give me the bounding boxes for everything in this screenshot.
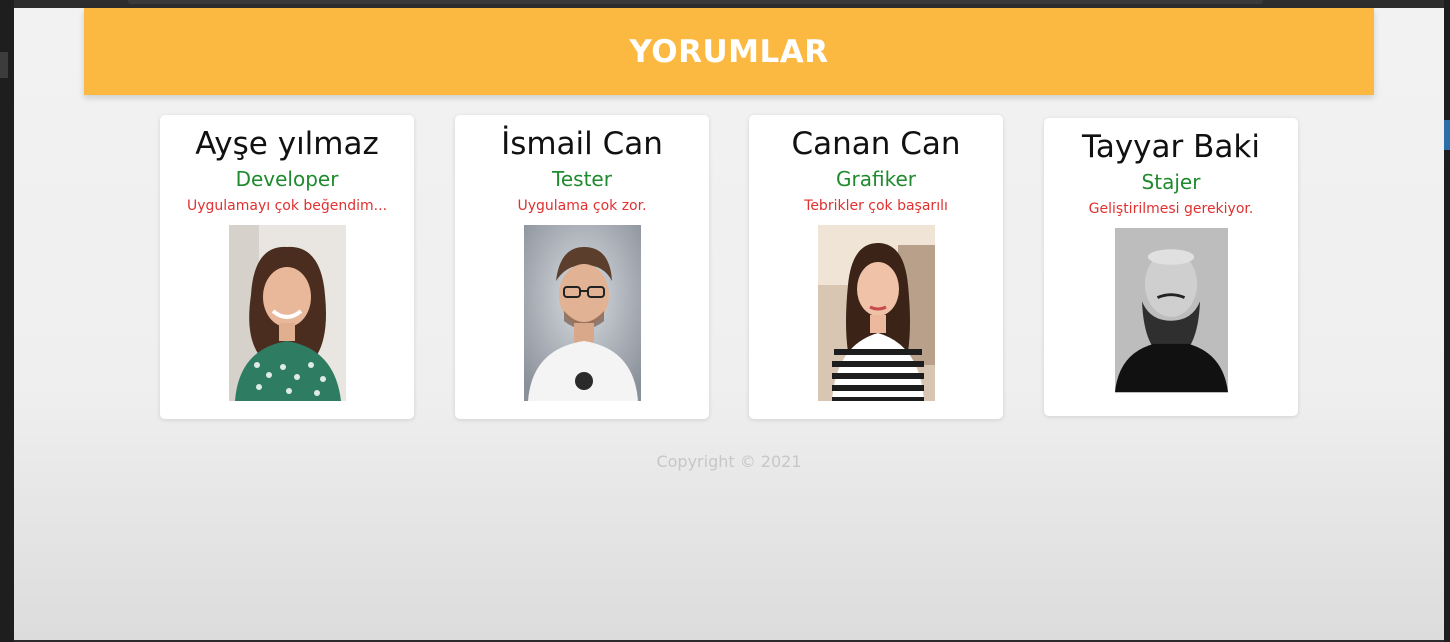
reviewer-photo bbox=[523, 225, 641, 401]
review-card: Canan Can Grafiker Tebrikler çok başarıl… bbox=[749, 115, 1003, 419]
review-comment: Tebrikler çok başarılı bbox=[804, 198, 948, 214]
reviewer-name: İsmail Can bbox=[501, 126, 663, 162]
reviewer-name: Canan Can bbox=[791, 126, 961, 162]
editor-scroll-bar[interactable] bbox=[128, 0, 1263, 4]
gutter-tab-active[interactable] bbox=[1444, 120, 1450, 150]
review-comment: Geliştirilmesi gerekiyor. bbox=[1088, 201, 1254, 217]
review-card: Ayşe yılmaz Developer Uygulamayı çok beğ… bbox=[160, 115, 414, 419]
reviewer-role: Stajer bbox=[1141, 170, 1201, 194]
editor-top-bar bbox=[0, 0, 1450, 8]
reviewer-role: Tester bbox=[552, 167, 612, 191]
review-comment: Uygulama çok zor. bbox=[517, 198, 647, 214]
reviewer-name: Tayyar Baki bbox=[1082, 129, 1260, 165]
review-card: İsmail Can Tester Uygulama çok zor. bbox=[455, 115, 709, 419]
reviewer-role: Developer bbox=[235, 167, 339, 191]
page-title: YORUMLAR bbox=[629, 33, 829, 70]
reviewer-photo bbox=[1114, 228, 1228, 393]
review-card: Tayyar Baki Stajer Geliştirilmesi gereki… bbox=[1044, 118, 1298, 416]
reviewer-photo bbox=[228, 225, 346, 401]
editor-right-gutter bbox=[1444, 0, 1450, 642]
reviewer-name: Ayşe yılmaz bbox=[195, 126, 379, 162]
page-preview: YORUMLAR Ayşe yılmaz Developer Uygulamay… bbox=[14, 8, 1444, 640]
review-comment: Uygulamayı çok beğendim... bbox=[186, 198, 388, 214]
copyright-text: Copyright © 2021 bbox=[656, 452, 802, 471]
page-header: YORUMLAR bbox=[84, 8, 1374, 95]
editor-left-gutter bbox=[0, 0, 14, 642]
reviewer-role: Grafiker bbox=[836, 167, 916, 191]
reviewer-photo bbox=[817, 225, 935, 401]
gutter-tab[interactable] bbox=[0, 52, 8, 78]
